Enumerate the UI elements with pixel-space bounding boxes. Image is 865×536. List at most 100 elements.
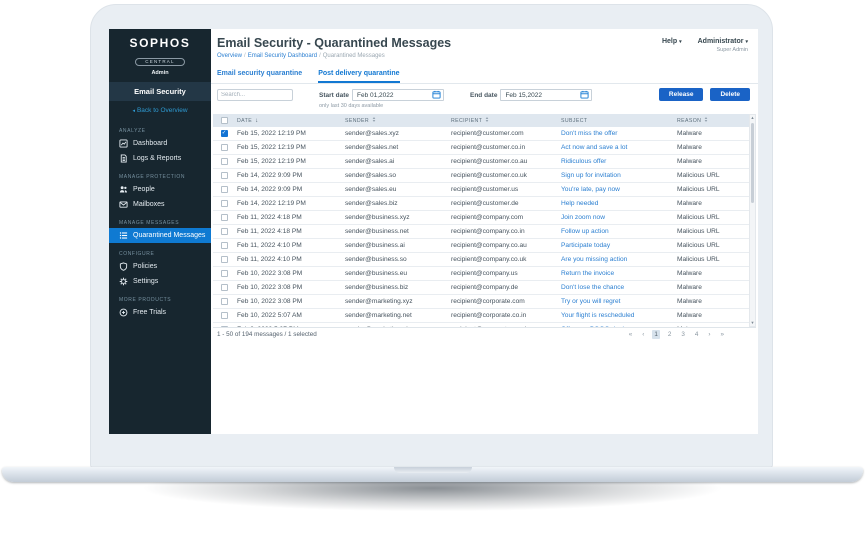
end-date-input[interactable]: Feb 15,2022	[500, 89, 592, 101]
pagination-arrow[interactable]: «	[627, 330, 635, 339]
row-checkbox[interactable]	[221, 270, 228, 277]
column-header-recipient[interactable]: RECIPIENT	[451, 116, 561, 125]
subject-link[interactable]: Join zoom now	[561, 214, 605, 221]
row-checkbox[interactable]	[221, 312, 228, 319]
scrollbar-thumb[interactable]	[751, 123, 754, 203]
page-number[interactable]: 4	[693, 330, 701, 339]
row-checkbox[interactable]	[221, 144, 228, 151]
cell-date: Feb 11, 2022 4:10 PM	[235, 242, 345, 249]
sidebar-item-free-trials[interactable]: Free Trials	[109, 305, 211, 320]
pagination-arrow[interactable]: ‹	[640, 330, 646, 339]
sidebar-item-quarantined-messages[interactable]: Quarantined Messages	[109, 228, 211, 243]
scroll-up-icon[interactable]: ▲	[750, 115, 755, 121]
cell-date: Feb 10, 2022 5:07 AM	[235, 312, 345, 319]
subject-link[interactable]: Sign up for invitation	[561, 172, 621, 179]
laptop-base	[2, 467, 863, 482]
tab-email-security-quarantine[interactable]: Email security quarantine	[217, 70, 302, 83]
row-checkbox-cell: ✓	[213, 130, 235, 137]
subject-link[interactable]: Participate today	[561, 242, 610, 249]
main-header: Email Security - Quarantined Messages Ov…	[211, 29, 758, 67]
user-role: Super Admin	[698, 47, 748, 53]
subject-link[interactable]: Don't miss the offer	[561, 130, 617, 137]
subject-link[interactable]: Ridiculous offer	[561, 158, 606, 165]
row-checkbox[interactable]	[221, 172, 228, 179]
pagination-arrow[interactable]: »	[718, 330, 726, 339]
subject-link[interactable]: Are you missing action	[561, 256, 627, 263]
vertical-scrollbar[interactable]: ▲ ▼	[749, 114, 756, 327]
sidebar-item-mailboxes[interactable]: Mailboxes	[109, 197, 211, 212]
header-right: Help ▾ Administrator ▾ Super Admin	[662, 38, 748, 53]
cell-sender: sender@business.so	[345, 256, 451, 263]
back-to-overview-link[interactable]: ◂Back to Overview	[109, 101, 211, 120]
row-checkbox[interactable]	[221, 256, 228, 263]
tab-post-delivery-quarantine[interactable]: Post delivery quarantine	[318, 70, 399, 83]
help-menu[interactable]: Help ▾	[662, 38, 682, 45]
cell-reason: Malware	[677, 284, 749, 291]
row-checkbox[interactable]	[221, 214, 228, 221]
sidebar: SOPHOS CENTRAL Admin Email Security ◂Bac…	[109, 29, 211, 434]
sidebar-item-logs-reports[interactable]: Logs & Reports	[109, 151, 211, 166]
cell-date: Feb 14, 2022 12:19 PM	[235, 200, 345, 207]
back-to-overview-label: Back to Overview	[137, 107, 188, 114]
subject-link[interactable]: You're late, pay now	[561, 186, 620, 193]
release-button[interactable]: Release	[659, 88, 704, 101]
sidebar-item-policies[interactable]: Policies	[109, 259, 211, 274]
row-checkbox[interactable]	[221, 228, 228, 235]
subject-link[interactable]: Return the invoice	[561, 270, 614, 277]
sidebar-section: MANAGE PROTECTIONPeopleMailboxes	[109, 174, 211, 212]
subject-link[interactable]: Act now and save a lot	[561, 144, 627, 151]
subject-link[interactable]: Try or you will regret	[561, 298, 620, 305]
pagination-arrow[interactable]: ›	[706, 330, 712, 339]
cell-sender: sender@sales.biz	[345, 200, 451, 207]
cell-reason: Malware	[677, 144, 749, 151]
row-checkbox[interactable]	[221, 284, 228, 291]
table-header-row: DATE↓SENDERRECIPIENTSUBJECT REASON	[213, 114, 749, 127]
column-header-subject[interactable]: SUBJECT	[561, 118, 677, 124]
sidebar-item-people[interactable]: People	[109, 182, 211, 197]
column-header-reason[interactable]: REASON	[677, 116, 749, 125]
sort-icon	[704, 116, 708, 125]
subject-link[interactable]: Don't lose the chance	[561, 284, 624, 291]
cell-subject: Don't miss the offer	[561, 130, 677, 137]
row-checkbox-cell	[213, 270, 235, 277]
scroll-down-icon[interactable]: ▼	[750, 320, 755, 326]
table-row: Feb 10, 2022 5:07 AMsender@marketing.net…	[213, 309, 749, 323]
delete-button[interactable]: Delete	[710, 88, 750, 101]
sidebar-section: MANAGE MESSAGESQuarantined Messages	[109, 220, 211, 243]
sidebar-item-label: Logs & Reports	[133, 155, 181, 162]
sidebar-item-label: People	[133, 186, 155, 193]
column-label: SUBJECT	[561, 118, 587, 124]
subject-link[interactable]: Follow up action	[561, 228, 609, 235]
row-checkbox[interactable]	[221, 186, 228, 193]
user-name: Administrator ▾	[698, 38, 748, 45]
laptop-base-notch	[394, 467, 472, 473]
sidebar-item-settings[interactable]: Settings	[109, 274, 211, 289]
breadcrumb-item[interactable]: Overview	[217, 53, 242, 59]
row-checkbox[interactable]: ✓	[221, 130, 228, 137]
page-number[interactable]: 1	[652, 330, 660, 339]
start-date-input[interactable]: Feb 01,2022	[352, 89, 444, 101]
search-input[interactable]	[217, 89, 293, 101]
breadcrumb-item[interactable]: Email Security Dashboard	[248, 53, 317, 59]
help-label: Help	[662, 38, 677, 45]
row-checkbox[interactable]	[221, 242, 228, 249]
subject-link[interactable]: Your flight is rescheduled	[561, 312, 634, 319]
calendar-icon[interactable]	[432, 90, 441, 101]
row-checkbox[interactable]	[221, 298, 228, 305]
column-header-date[interactable]: DATE↓	[235, 118, 345, 124]
row-checkbox[interactable]	[221, 200, 228, 207]
row-checkbox[interactable]	[221, 158, 228, 165]
page-number[interactable]: 3	[679, 330, 687, 339]
cell-reason: Malicious URL	[677, 214, 749, 221]
subject-link[interactable]: Help needed	[561, 200, 598, 207]
select-all-checkbox[interactable]	[221, 117, 228, 124]
cell-sender: sender@sales.net	[345, 144, 451, 151]
breadcrumb-separator: /	[319, 53, 321, 59]
cell-subject: Sign up for invitation	[561, 172, 677, 179]
page-number[interactable]: 2	[666, 330, 674, 339]
end-date-label: End date	[470, 92, 497, 99]
user-menu[interactable]: Administrator ▾ Super Admin	[698, 38, 748, 53]
sidebar-item-dashboard[interactable]: Dashboard	[109, 136, 211, 151]
calendar-icon[interactable]	[580, 90, 589, 101]
column-header-sender[interactable]: SENDER	[345, 116, 451, 125]
